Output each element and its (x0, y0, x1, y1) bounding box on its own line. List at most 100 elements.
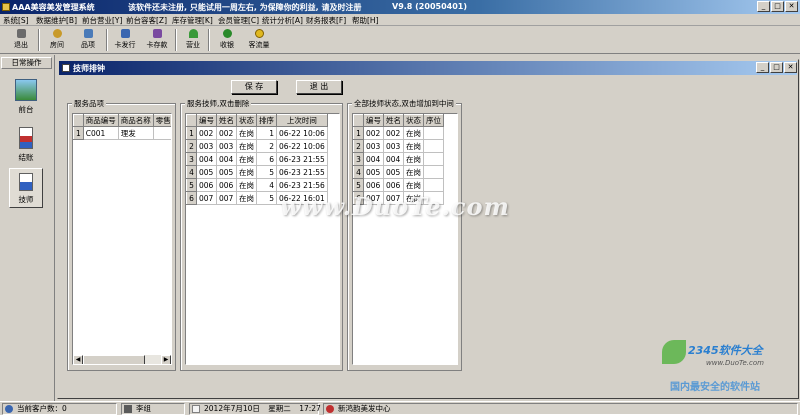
cashier-toolbar-button[interactable]: 收银 (212, 28, 242, 52)
close-button[interactable]: ✕ (785, 1, 798, 12)
menu-front-business[interactable]: 前台营业[Y] (82, 15, 122, 26)
table-cell[interactable]: 006 (383, 178, 404, 192)
table-cell[interactable]: 003 (196, 139, 217, 153)
table-cell[interactable]: 在岗 (236, 165, 257, 179)
card-deposit-toolbar-button[interactable]: 卡存款 (142, 28, 172, 52)
table-row[interactable]: 1 002 002 在岗 1 06-22 10:06 (186, 126, 328, 140)
table-cell[interactable]: 在岗 (403, 126, 424, 140)
table-cell[interactable]: 4 (256, 178, 277, 192)
table-cell[interactable]: 002 (363, 126, 384, 140)
table-cell[interactable] (153, 126, 171, 140)
table-cell[interactable]: 007 (196, 191, 217, 205)
table-cell[interactable]: 005 (383, 165, 404, 179)
table-cell[interactable]: 003 (383, 139, 404, 153)
table-cell[interactable] (423, 152, 444, 166)
table-row[interactable]: 3 004 004 在岗 6 06-23 21:55 (186, 152, 328, 166)
menu-inventory[interactable]: 库存管理[K] (172, 15, 213, 26)
column-header[interactable]: 序位 (423, 114, 444, 127)
menu-finance[interactable]: 财务报表[F] (306, 15, 346, 26)
table-cell[interactable] (423, 178, 444, 192)
table-cell[interactable]: 002 (196, 126, 217, 140)
column-header[interactable]: 状态 (403, 114, 424, 127)
horizontal-scrollbar[interactable]: ◀ ▶ (73, 354, 171, 364)
table-cell[interactable]: 在岗 (236, 152, 257, 166)
room-toolbar-button[interactable]: 房间 (42, 28, 72, 52)
child-minimize-button[interactable]: _ (756, 62, 769, 73)
table-cell[interactable]: 5 (256, 165, 277, 179)
menu-members[interactable]: 会员管理[C] (218, 15, 259, 26)
column-header[interactable]: 商品名称 (117, 114, 154, 127)
table-cell[interactable]: 在岗 (236, 191, 257, 205)
table-cell[interactable]: 在岗 (236, 178, 257, 192)
table-cell[interactable]: 005 (216, 165, 237, 179)
service-items-grid[interactable]: 商品编号 商品名称 零售 1 C001 理发 ◀ ▶ (72, 113, 172, 365)
table-row[interactable]: 5 006 006 在岗 4 06-23 21:56 (186, 178, 328, 192)
table-row[interactable]: 2 003 003 在岗 2 06-22 10:06 (186, 139, 328, 153)
item-toolbar-button[interactable]: 品项 (73, 28, 103, 52)
table-cell[interactable]: 06-22 10:06 (276, 126, 328, 140)
table-cell[interactable]: 006 (216, 178, 237, 192)
table-cell[interactable]: 在岗 (403, 178, 424, 192)
service-techs-grid[interactable]: 编号 姓名 状态 排序 上次时间 1 002 002 在岗 1 06-22 10… (185, 113, 340, 365)
column-header[interactable]: 零售 (152, 114, 171, 127)
column-header[interactable]: 商品编号 (82, 114, 119, 127)
table-row[interactable]: 3 004 004 在岗 (353, 152, 444, 166)
table-cell[interactable]: 004 (383, 152, 404, 166)
exit-toolbar-button[interactable]: 退出 (6, 28, 36, 52)
table-cell[interactable]: 06-23 21:55 (276, 152, 328, 166)
menu-statistics[interactable]: 统计分析[A] (262, 15, 303, 26)
sidebar-item-technician[interactable]: 技师 (9, 168, 43, 208)
column-header[interactable]: 编号 (196, 114, 217, 127)
table-cell[interactable]: 003 (363, 139, 384, 153)
menu-help[interactable]: 帮助[H] (352, 15, 379, 26)
exit-button[interactable]: 退 出 (296, 80, 342, 94)
scroll-right-icon[interactable]: ▶ (161, 355, 171, 364)
table-cell[interactable]: 004 (363, 152, 384, 166)
child-close-button[interactable]: ✕ (784, 62, 797, 73)
table-cell[interactable]: 006 (196, 178, 217, 192)
table-cell[interactable] (423, 139, 444, 153)
column-header[interactable]: 编号 (363, 114, 384, 127)
business-toolbar-button[interactable]: 营业 (178, 28, 208, 52)
table-cell[interactable]: 004 (216, 152, 237, 166)
table-cell[interactable] (423, 126, 444, 140)
scroll-thumb[interactable] (83, 355, 145, 364)
table-cell[interactable]: 5 (256, 191, 277, 205)
sidebar-item-front-desk[interactable]: 前台 (6, 79, 46, 115)
table-cell[interactable]: C001 (83, 126, 119, 140)
scroll-left-icon[interactable]: ◀ (73, 355, 83, 364)
table-cell[interactable]: 06-23 21:56 (276, 178, 328, 192)
table-cell[interactable]: 6 (256, 152, 277, 166)
table-cell[interactable]: 2 (256, 139, 277, 153)
column-header[interactable]: 上次时间 (276, 114, 328, 127)
menu-front-guest[interactable]: 前台容客[Z] (126, 15, 167, 26)
table-cell[interactable]: 005 (196, 165, 217, 179)
table-cell[interactable]: 002 (383, 126, 404, 140)
table-row[interactable]: 1 002 002 在岗 (353, 126, 444, 140)
table-row[interactable]: 4 005 005 在岗 (353, 165, 444, 179)
maximize-button[interactable]: □ (771, 1, 784, 12)
minimize-button[interactable]: _ (757, 1, 770, 12)
column-header[interactable]: 状态 (236, 114, 257, 127)
table-cell[interactable]: 006 (363, 178, 384, 192)
sidebar-item-checkout[interactable]: 结账 (6, 127, 46, 163)
all-techs-grid[interactable]: 编号 姓名 状态 序位 1 002 002 在岗 2 003 003 在岗 3 … (352, 113, 458, 365)
table-cell[interactable]: 在岗 (403, 152, 424, 166)
table-cell[interactable] (423, 165, 444, 179)
table-row[interactable]: 5 006 006 在岗 (353, 178, 444, 192)
table-cell[interactable]: 002 (216, 126, 237, 140)
menu-data-maintenance[interactable]: 数据维护[B] (36, 15, 77, 26)
table-cell[interactable]: 06-22 10:06 (276, 139, 328, 153)
table-cell[interactable]: 在岗 (403, 165, 424, 179)
table-cell[interactable]: 在岗 (236, 126, 257, 140)
column-header[interactable]: 姓名 (383, 114, 404, 127)
table-cell[interactable]: 在岗 (236, 139, 257, 153)
column-header[interactable]: 姓名 (216, 114, 237, 127)
traffic-toolbar-button[interactable]: 客流量 (244, 28, 274, 52)
card-issue-toolbar-button[interactable]: 卡发行 (110, 28, 140, 52)
column-header[interactable]: 排序 (256, 114, 277, 127)
table-cell[interactable]: 理发 (118, 126, 154, 140)
table-row[interactable]: 1 C001 理发 (73, 126, 171, 140)
table-cell[interactable]: 003 (216, 139, 237, 153)
table-cell[interactable]: 在岗 (403, 139, 424, 153)
